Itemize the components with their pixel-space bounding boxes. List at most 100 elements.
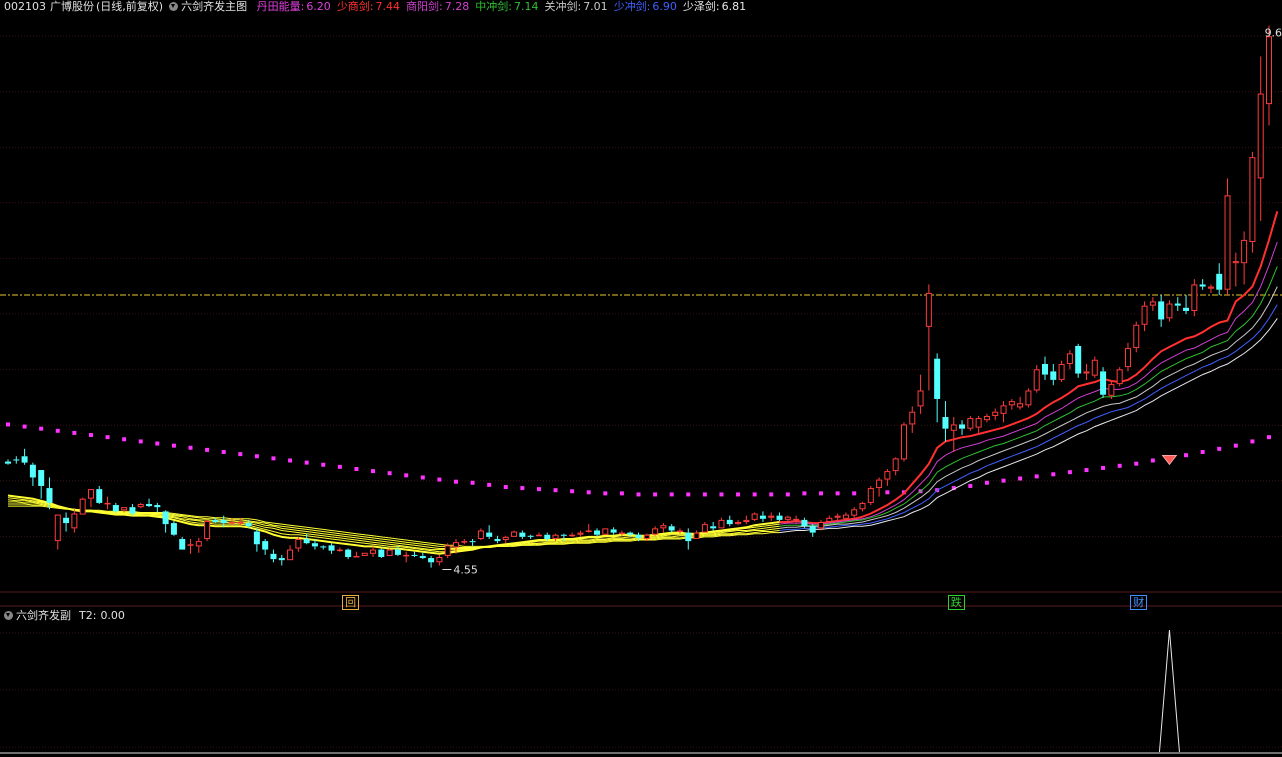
sub-indicator-name[interactable]: 六剑齐发副	[16, 609, 71, 622]
dot-point	[885, 490, 890, 495]
dot-point	[636, 492, 641, 497]
candle-body	[1083, 371, 1090, 374]
candle	[469, 538, 476, 547]
candle-body	[917, 390, 924, 407]
legend-value: 6.20	[306, 0, 331, 13]
dot-point	[171, 443, 176, 448]
dot-point	[304, 460, 309, 465]
dot-point	[238, 452, 243, 457]
candle-body	[1000, 405, 1007, 414]
candle-body	[262, 541, 269, 550]
candle-body	[735, 522, 742, 525]
candle-body	[842, 514, 849, 519]
dropdown-circle-icon[interactable]	[169, 2, 179, 11]
candle-body	[701, 524, 708, 533]
candle	[386, 548, 393, 556]
candle-body	[602, 528, 609, 535]
candle	[428, 555, 435, 568]
sub-indicator-toggle[interactable]	[4, 609, 16, 622]
candle	[1232, 252, 1239, 287]
candle	[345, 548, 352, 560]
sub-spike	[1158, 629, 1180, 753]
candle	[867, 485, 874, 506]
candle	[79, 497, 86, 515]
candle-body	[1042, 363, 1049, 375]
candle-body	[1249, 157, 1256, 243]
candle	[5, 459, 11, 465]
candle-body	[378, 549, 385, 558]
candle-body	[187, 544, 194, 546]
dot-point	[354, 466, 359, 471]
dot-point	[1250, 439, 1255, 444]
candle	[577, 530, 584, 537]
candle-body	[618, 532, 625, 535]
candle-body	[287, 549, 294, 561]
candle-body	[693, 532, 700, 539]
legend-label: 关冲剑:	[544, 0, 582, 13]
candle-body	[1191, 284, 1198, 311]
candle-body	[1149, 301, 1156, 306]
candle	[900, 422, 907, 462]
candle-body	[643, 534, 650, 539]
candle-body	[461, 541, 468, 543]
legend-item: 中冲剑: 7.14	[475, 0, 538, 13]
candle-body	[21, 456, 28, 463]
candle	[486, 525, 493, 539]
dot-point	[55, 428, 60, 433]
candle	[735, 519, 742, 526]
candle-body	[569, 534, 576, 537]
dropdown-circle-icon[interactable]	[4, 611, 13, 620]
candle	[13, 456, 20, 464]
candle-body	[469, 541, 476, 543]
candle-body	[1224, 195, 1231, 290]
candle	[826, 515, 833, 524]
candle	[983, 413, 990, 423]
candle	[652, 526, 659, 536]
candle-body	[527, 535, 534, 537]
signal-label: 跌	[947, 595, 965, 610]
candle	[934, 353, 941, 423]
candle	[975, 415, 982, 433]
candle-body	[311, 543, 318, 547]
stock-name: 广博股份	[50, 0, 94, 13]
candle	[892, 457, 899, 476]
dot-point	[702, 492, 707, 497]
price-chart[interactable]: 9.64 4.55	[0, 0, 1282, 757]
candle-body	[1133, 324, 1140, 349]
candle-body	[29, 464, 36, 478]
candle	[96, 485, 103, 504]
candle	[1224, 178, 1231, 296]
dot-point	[1001, 478, 1006, 483]
dot-point	[138, 439, 143, 444]
candle-body	[1141, 305, 1148, 325]
dot-point	[968, 483, 973, 488]
candle	[38, 470, 45, 499]
dot-point	[205, 447, 210, 452]
candle	[461, 538, 468, 545]
candle-body	[851, 509, 858, 516]
candle-body	[1058, 363, 1065, 380]
candle-body	[900, 424, 907, 460]
dot-point	[570, 489, 575, 494]
indicator-name[interactable]: 六剑齐发主图	[181, 0, 247, 13]
dot-point	[88, 433, 93, 438]
dot-point	[188, 445, 193, 450]
dot-point	[371, 469, 376, 474]
dot-point	[819, 491, 824, 496]
dot-point	[453, 479, 458, 484]
indicator-toggle[interactable]	[169, 0, 181, 13]
candle-body	[5, 461, 11, 464]
dot-point	[337, 464, 342, 469]
candle-body	[867, 488, 874, 503]
signal-label: 回	[342, 595, 360, 610]
candle-body	[585, 530, 592, 532]
candle	[942, 401, 949, 442]
candle	[884, 468, 891, 486]
dot-point	[487, 482, 492, 487]
legend-value: 7.01	[583, 0, 608, 13]
candle-body	[942, 417, 949, 429]
candle-body	[983, 415, 990, 421]
candle-body	[403, 554, 410, 557]
dot-point	[470, 480, 475, 485]
candle	[336, 547, 343, 552]
